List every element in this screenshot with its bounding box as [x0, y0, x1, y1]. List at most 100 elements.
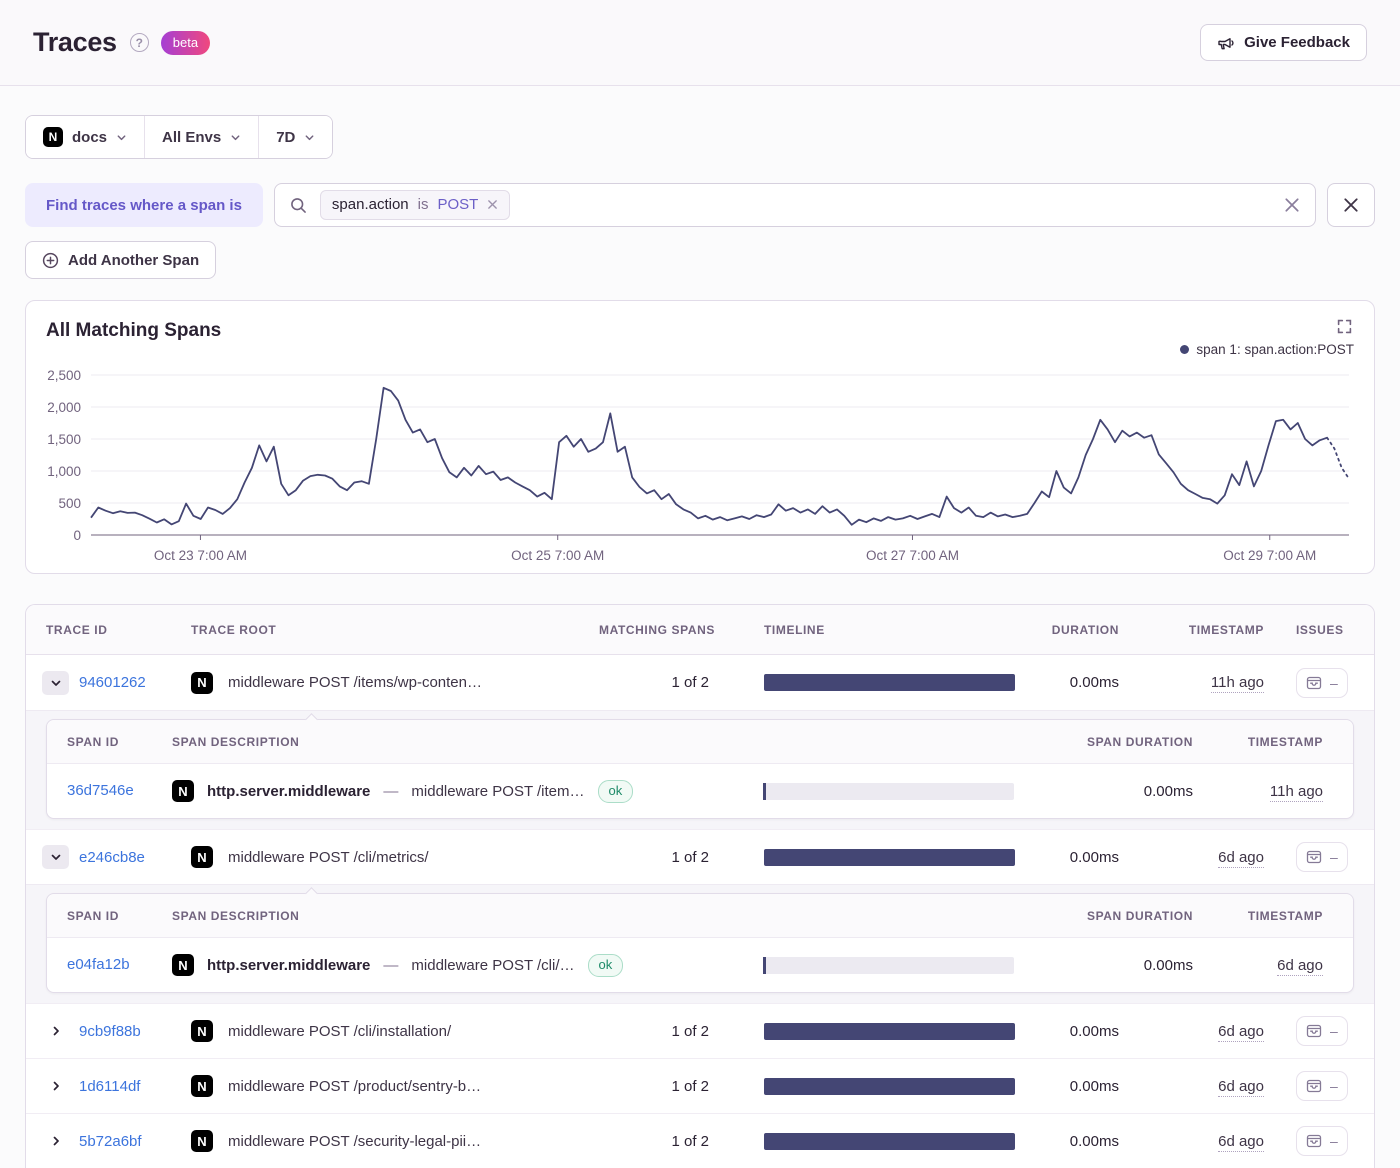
- issues-button[interactable]: –: [1296, 1071, 1348, 1101]
- collapse-row-chevron[interactable]: [42, 845, 69, 869]
- span-search-input[interactable]: span.action is POST: [274, 183, 1316, 227]
- timeline-cell: [709, 1133, 1019, 1150]
- svg-text:1,500: 1,500: [47, 432, 81, 447]
- project-selector[interactable]: docs: [26, 116, 145, 158]
- span-timestamp-header: TIMESTAMP: [1193, 909, 1353, 923]
- remove-span-filter-button[interactable]: [1327, 183, 1375, 227]
- expand-row-chevron[interactable]: [42, 1129, 69, 1153]
- trace-root-cell: middleware POST /cli/installation/: [191, 1020, 599, 1042]
- duration-cell: 0.00ms: [1019, 1078, 1139, 1095]
- clear-search-icon[interactable]: [1284, 197, 1300, 213]
- issues-button[interactable]: –: [1296, 668, 1348, 698]
- span-timestamp-header: TIMESTAMP: [1193, 735, 1353, 749]
- all-matching-spans-chart-card: All Matching Spans span 1: span.action:P…: [25, 300, 1375, 574]
- span-subtable: SPAN IDSPAN DESCRIPTIONSPAN DURATIONTIME…: [46, 893, 1354, 993]
- megaphone-icon: [1217, 35, 1235, 51]
- span-search-row: Find traces where a span is span.action …: [25, 183, 1375, 227]
- trace-id-cell: 94601262: [26, 671, 191, 695]
- filter-token[interactable]: span.action is POST: [320, 190, 510, 220]
- timestamp-cell: 6d ago: [1139, 1078, 1284, 1095]
- help-icon[interactable]: ?: [130, 33, 149, 52]
- timestamp-link[interactable]: 11h ago: [1211, 674, 1264, 693]
- svg-text:Oct 27 7:00 AM: Oct 27 7:00 AM: [866, 548, 959, 563]
- timestamp-cell: 6d ago: [1139, 849, 1284, 866]
- chevron-right-icon: [50, 1025, 62, 1037]
- trace-root-text: middleware POST /security-legal-pii…: [228, 1133, 481, 1150]
- nextjs-icon: [172, 780, 194, 802]
- date-range-selector[interactable]: 7D: [259, 116, 332, 158]
- token-remove-icon[interactable]: [487, 199, 498, 210]
- add-another-span-button[interactable]: Add Another Span: [25, 241, 216, 279]
- timestamp-link[interactable]: 6d ago: [1218, 1078, 1264, 1097]
- timestamp-cell: 11h ago: [1139, 674, 1284, 691]
- traces-table-header: TRACE ID TRACE ROOT MATCHING SPANS TIMEL…: [26, 605, 1374, 655]
- timestamp-header: TIMESTAMP: [1139, 623, 1284, 637]
- trace-id-link[interactable]: 94601262: [79, 674, 146, 691]
- trace-id-link[interactable]: 1d6114df: [79, 1078, 140, 1095]
- give-feedback-button[interactable]: Give Feedback: [1200, 24, 1367, 61]
- svg-text:Oct 23 7:00 AM: Oct 23 7:00 AM: [154, 548, 247, 563]
- trace-id-link[interactable]: e246cb8e: [79, 849, 145, 866]
- nextjs-icon: [191, 1075, 213, 1097]
- chart-legend[interactable]: span 1: span.action:POST: [1180, 342, 1354, 357]
- trace-id-link[interactable]: 9cb9f88b: [79, 1023, 141, 1040]
- span-description-cell: http.server.middleware—middleware POST /…: [172, 780, 753, 803]
- nextjs-icon: [191, 1130, 213, 1152]
- trace-root-text: middleware POST /items/wp-conten…: [228, 674, 482, 691]
- span-id-cell: 36d7546e: [47, 782, 172, 800]
- issues-button[interactable]: –: [1296, 1016, 1348, 1046]
- span-id-link[interactable]: e04fa12b: [67, 956, 130, 973]
- top-bar: Traces ? beta Give Feedback: [0, 0, 1400, 86]
- expand-chart-button[interactable]: [1335, 317, 1354, 336]
- nextjs-icon: [191, 1020, 213, 1042]
- timestamp-link[interactable]: 6d ago: [1277, 957, 1323, 976]
- issues-count: –: [1330, 675, 1338, 691]
- trace-id-cell: 1d6114df: [26, 1074, 191, 1098]
- duration-cell: 0.00ms: [1019, 674, 1139, 691]
- chart-legend-label: span 1: span.action:POST: [1196, 342, 1354, 357]
- trace-root-header: TRACE ROOT: [191, 623, 599, 637]
- close-icon: [1343, 197, 1359, 213]
- issues-count: –: [1330, 849, 1338, 865]
- timestamp-link[interactable]: 6d ago: [1218, 849, 1264, 868]
- table-row: e246cb8emiddleware POST /cli/metrics/1 o…: [26, 829, 1374, 884]
- duration-header: DURATION: [1019, 623, 1139, 637]
- issues-button[interactable]: –: [1296, 842, 1348, 872]
- timestamp-link[interactable]: 11h ago: [1270, 783, 1323, 802]
- matching-spans-header: MATCHING SPANS: [599, 623, 709, 637]
- chevron-down-icon: [230, 132, 241, 143]
- span-description-header: SPAN DESCRIPTION: [172, 735, 753, 749]
- environment-selector[interactable]: All Envs: [145, 116, 259, 158]
- span-id-link[interactable]: 36d7546e: [67, 782, 134, 799]
- filter-token-value[interactable]: POST: [438, 196, 479, 213]
- span-operation: http.server.middleware: [207, 957, 370, 974]
- chevron-down-icon: [50, 677, 62, 689]
- give-feedback-label: Give Feedback: [1244, 34, 1350, 51]
- expand-row-chevron[interactable]: [42, 1074, 69, 1098]
- timeline-bar: [764, 674, 1015, 691]
- expand-row-chevron[interactable]: [42, 1019, 69, 1043]
- trace-root-text: middleware POST /product/sentry-b…: [228, 1078, 481, 1095]
- table-row: 1d6114df middleware POST /product/sentry-…: [26, 1058, 1374, 1113]
- search-icon: [290, 197, 307, 214]
- timeline-bar: [764, 849, 1015, 866]
- timestamp-link[interactable]: 6d ago: [1218, 1023, 1264, 1042]
- filter-token-operator[interactable]: is: [418, 196, 429, 213]
- status-badge: ok: [588, 954, 624, 977]
- svg-text:2,000: 2,000: [47, 400, 81, 415]
- svg-text:0: 0: [73, 528, 81, 543]
- duration-cell: 0.00ms: [1019, 1023, 1139, 1040]
- table-row: 9cb9f88b middleware POST /cli/installatio…: [26, 1003, 1374, 1058]
- traces-table: TRACE ID TRACE ROOT MATCHING SPANS TIMEL…: [25, 604, 1375, 1168]
- issues-cell: –: [1284, 1016, 1374, 1046]
- timestamp-link[interactable]: 6d ago: [1218, 1133, 1264, 1152]
- trace-id-link[interactable]: 5b72a6bf: [79, 1133, 142, 1150]
- span-description-header: SPAN DESCRIPTION: [172, 909, 753, 923]
- collapse-row-chevron[interactable]: [42, 671, 69, 695]
- span-id-cell: e04fa12b: [47, 956, 172, 974]
- issues-button[interactable]: –: [1296, 1126, 1348, 1156]
- find-traces-label: Find traces where a span is: [25, 183, 263, 227]
- issues-header: ISSUES: [1284, 623, 1374, 637]
- issues-cell: –: [1284, 668, 1374, 698]
- timeline-cell: [709, 674, 1019, 691]
